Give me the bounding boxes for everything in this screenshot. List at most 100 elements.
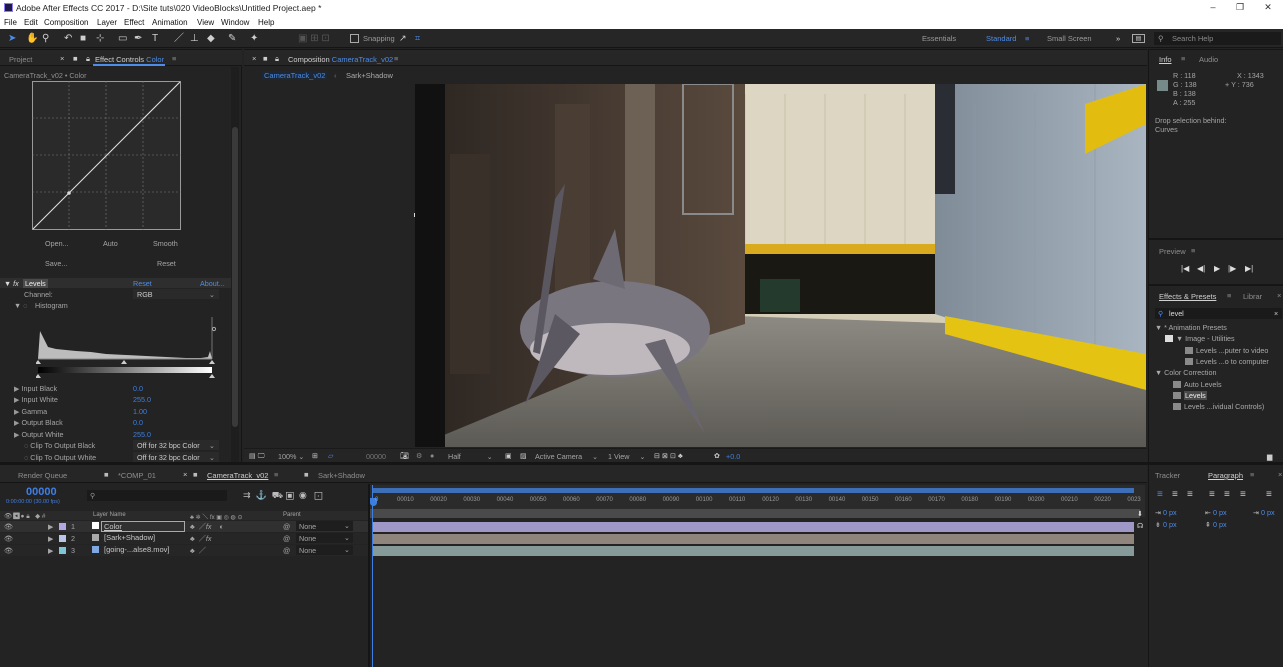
curves-save-button[interactable]: Save...	[45, 259, 67, 268]
tree-levels-individual[interactable]: Levels ...ividual Controls)	[1173, 402, 1264, 411]
zoom-dropdown[interactable]: 100% ⌄	[278, 452, 304, 461]
clear-search-icon[interactable]: ×	[1274, 309, 1278, 318]
tree-levels-video-to-computer[interactable]: Levels ...o to computer	[1185, 357, 1269, 366]
levels-reset-link[interactable]: Reset	[133, 279, 152, 288]
comp-marker-icon[interactable]: ☊	[1137, 521, 1143, 530]
exposure-value[interactable]: +0.0	[726, 452, 740, 461]
region-of-interest-icon[interactable]: ▣	[505, 451, 512, 460]
current-time-display[interactable]: 00000	[366, 452, 386, 461]
panel-menu-icon[interactable]: ≡	[394, 54, 398, 63]
snap-arrow-icon[interactable]: ↗	[399, 32, 407, 45]
workspace-essentials[interactable]: Essentials	[922, 34, 956, 43]
indent-first-line-field[interactable]: ⇤ 0 px	[1205, 508, 1227, 517]
effects-search-input[interactable]: ⚲ level ×	[1155, 308, 1282, 319]
tab-effect-controls[interactable]: Effect Controls Color	[95, 55, 164, 64]
menu-effect[interactable]: Effect	[124, 18, 144, 27]
tab-composition[interactable]: Composition CameraTrack_v02	[288, 55, 393, 64]
close-button[interactable]: ✕	[1262, 2, 1274, 13]
search-help-field[interactable]: ⚲ Search Help	[1154, 32, 1281, 45]
output-white-value[interactable]: 255.0	[133, 430, 151, 439]
comp-end-marker[interactable]: ⬇	[1137, 509, 1143, 518]
input-white-value[interactable]: 255.0	[133, 395, 151, 404]
timeline-switch-icons[interactable]: ⇉ ⚓ ⛟ ▣ ◉ ⊡	[243, 490, 323, 502]
menu-window[interactable]: Window	[221, 18, 249, 27]
align-left-icon[interactable]: ≡	[1157, 489, 1163, 500]
lock-icon[interactable]: ■	[73, 54, 78, 63]
exposure-icon[interactable]: ✿	[714, 451, 720, 460]
tab-effects-presets[interactable]: Effects & Presets	[1159, 292, 1216, 301]
visibility-icon[interactable]: 👁︎	[4, 546, 13, 555]
column-parent[interactable]: Parent	[283, 512, 301, 518]
brush-tool-icon[interactable]: ／	[174, 32, 184, 45]
channel-dropdown[interactable]: RGB ⌄	[133, 289, 219, 299]
layer-label-color[interactable]	[59, 547, 66, 554]
space-before-field[interactable]: ⇟ 0 px	[1155, 520, 1177, 529]
tree-auto-levels[interactable]: Auto Levels	[1173, 380, 1222, 389]
tab-cameratrack[interactable]: CameraTrack_v02	[207, 471, 268, 480]
playhead-line[interactable]	[372, 485, 373, 667]
tab-tracker[interactable]: Tracker	[1155, 471, 1180, 480]
levels-effect-name[interactable]: Levels	[23, 279, 48, 288]
curves-graph[interactable]	[32, 81, 182, 231]
layer-bar-1[interactable]	[373, 522, 1134, 532]
breadcrumb-cameratrack[interactable]: CameraTrack_v02	[262, 71, 328, 80]
clip-output-black-dropdown[interactable]: Off for 32 bpc Color ⌄	[133, 440, 219, 450]
first-frame-button[interactable]: |◀	[1181, 264, 1189, 273]
breadcrumb-sark-shadow[interactable]: Sark+Shadow	[346, 71, 393, 80]
levels-about-link[interactable]: About...	[200, 279, 225, 288]
scrollbar-thumb[interactable]	[232, 127, 238, 427]
timeline-menu-icon[interactable]: ≡	[274, 470, 278, 479]
curves-reset-button[interactable]: Reset	[157, 259, 176, 268]
justify-center-icon[interactable]: ≡	[1224, 489, 1230, 500]
show-channel-icon[interactable]: ⚙	[416, 451, 422, 460]
close-tab-icon[interactable]: ×	[183, 470, 187, 479]
tree-color-correction[interactable]: ▼ Color Correction	[1155, 368, 1216, 377]
close-tab-icon[interactable]: ×	[252, 54, 256, 63]
rotate-tool-icon[interactable]: ↶	[64, 32, 72, 45]
preview-menu-icon[interactable]: ≡	[1191, 246, 1195, 255]
tab-project[interactable]: Project	[9, 55, 32, 64]
pan-behind-tool-icon[interactable]: ⊹	[96, 32, 104, 45]
restore-button[interactable]: ❐	[1234, 2, 1246, 13]
tab-render-queue[interactable]: Render Queue	[18, 471, 67, 480]
layer-switches[interactable]: ♣ ／	[190, 546, 206, 556]
tree-levels[interactable]: Levels	[1173, 391, 1207, 400]
padlock-icon[interactable]: 🔒︎	[275, 54, 279, 64]
layer-switches[interactable]: ♣ ／fx	[190, 534, 212, 544]
roto-brush-tool-icon[interactable]: ✎	[228, 32, 236, 45]
menu-layer[interactable]: Layer	[97, 18, 117, 27]
parent-dropdown[interactable]: None ⌄	[296, 533, 353, 543]
view-options-icons[interactable]: ⊟ ⊠ ⊡ ♣	[654, 451, 683, 460]
visibility-icon[interactable]: 👁︎	[4, 534, 13, 543]
layer-label-color[interactable]	[59, 535, 66, 542]
minimize-button[interactable]: –	[1207, 2, 1219, 12]
snap-grid-icon[interactable]: ⌗	[415, 32, 420, 45]
snapping-checkbox[interactable]	[350, 34, 359, 43]
curves-smooth-button[interactable]: Smooth	[153, 239, 178, 248]
workspace-standard[interactable]: Standard	[986, 34, 1016, 43]
layer-name[interactable]: [going-...alse8.mov]	[104, 545, 169, 554]
menu-help[interactable]: Help	[258, 18, 274, 27]
align-center-icon[interactable]: ≡	[1172, 489, 1178, 500]
rectangle-tool-icon[interactable]: ▭	[118, 32, 127, 45]
effect-controls-scrollbar[interactable]	[231, 67, 239, 462]
levels-histogram[interactable]	[36, 311, 218, 379]
layer-name-input[interactable]: Color	[101, 521, 185, 532]
tab-info[interactable]: Info	[1159, 55, 1172, 64]
info-menu-icon[interactable]: ≡	[1181, 54, 1185, 63]
padlock-icon[interactable]: 🔒︎	[86, 54, 90, 64]
parent-pickwhip-icon[interactable]: @	[283, 534, 290, 543]
panel-close-icon[interactable]: ×	[1278, 470, 1282, 479]
panel-menu-icon[interactable]: ≡	[172, 54, 176, 63]
input-black-value[interactable]: 0.0	[133, 384, 143, 393]
space-after-field[interactable]: ⇞ 0 px	[1205, 520, 1227, 529]
next-frame-button[interactable]: |▶	[1228, 264, 1236, 273]
indent-left-field[interactable]: ⇥ 0 px	[1155, 508, 1177, 517]
prev-frame-button[interactable]: ◀|	[1197, 264, 1205, 273]
tree-animation-presets[interactable]: ▼ * Animation Presets	[1155, 323, 1227, 332]
work-area-bar[interactable]	[372, 488, 1134, 493]
justify-all-icon[interactable]: ≡	[1266, 489, 1272, 500]
levels-expand-toggle[interactable]: ▼ fx	[4, 279, 19, 288]
effects-menu-icon[interactable]: ≡	[1227, 291, 1231, 300]
camera-dropdown[interactable]: Active Camera ⌄	[535, 452, 598, 461]
